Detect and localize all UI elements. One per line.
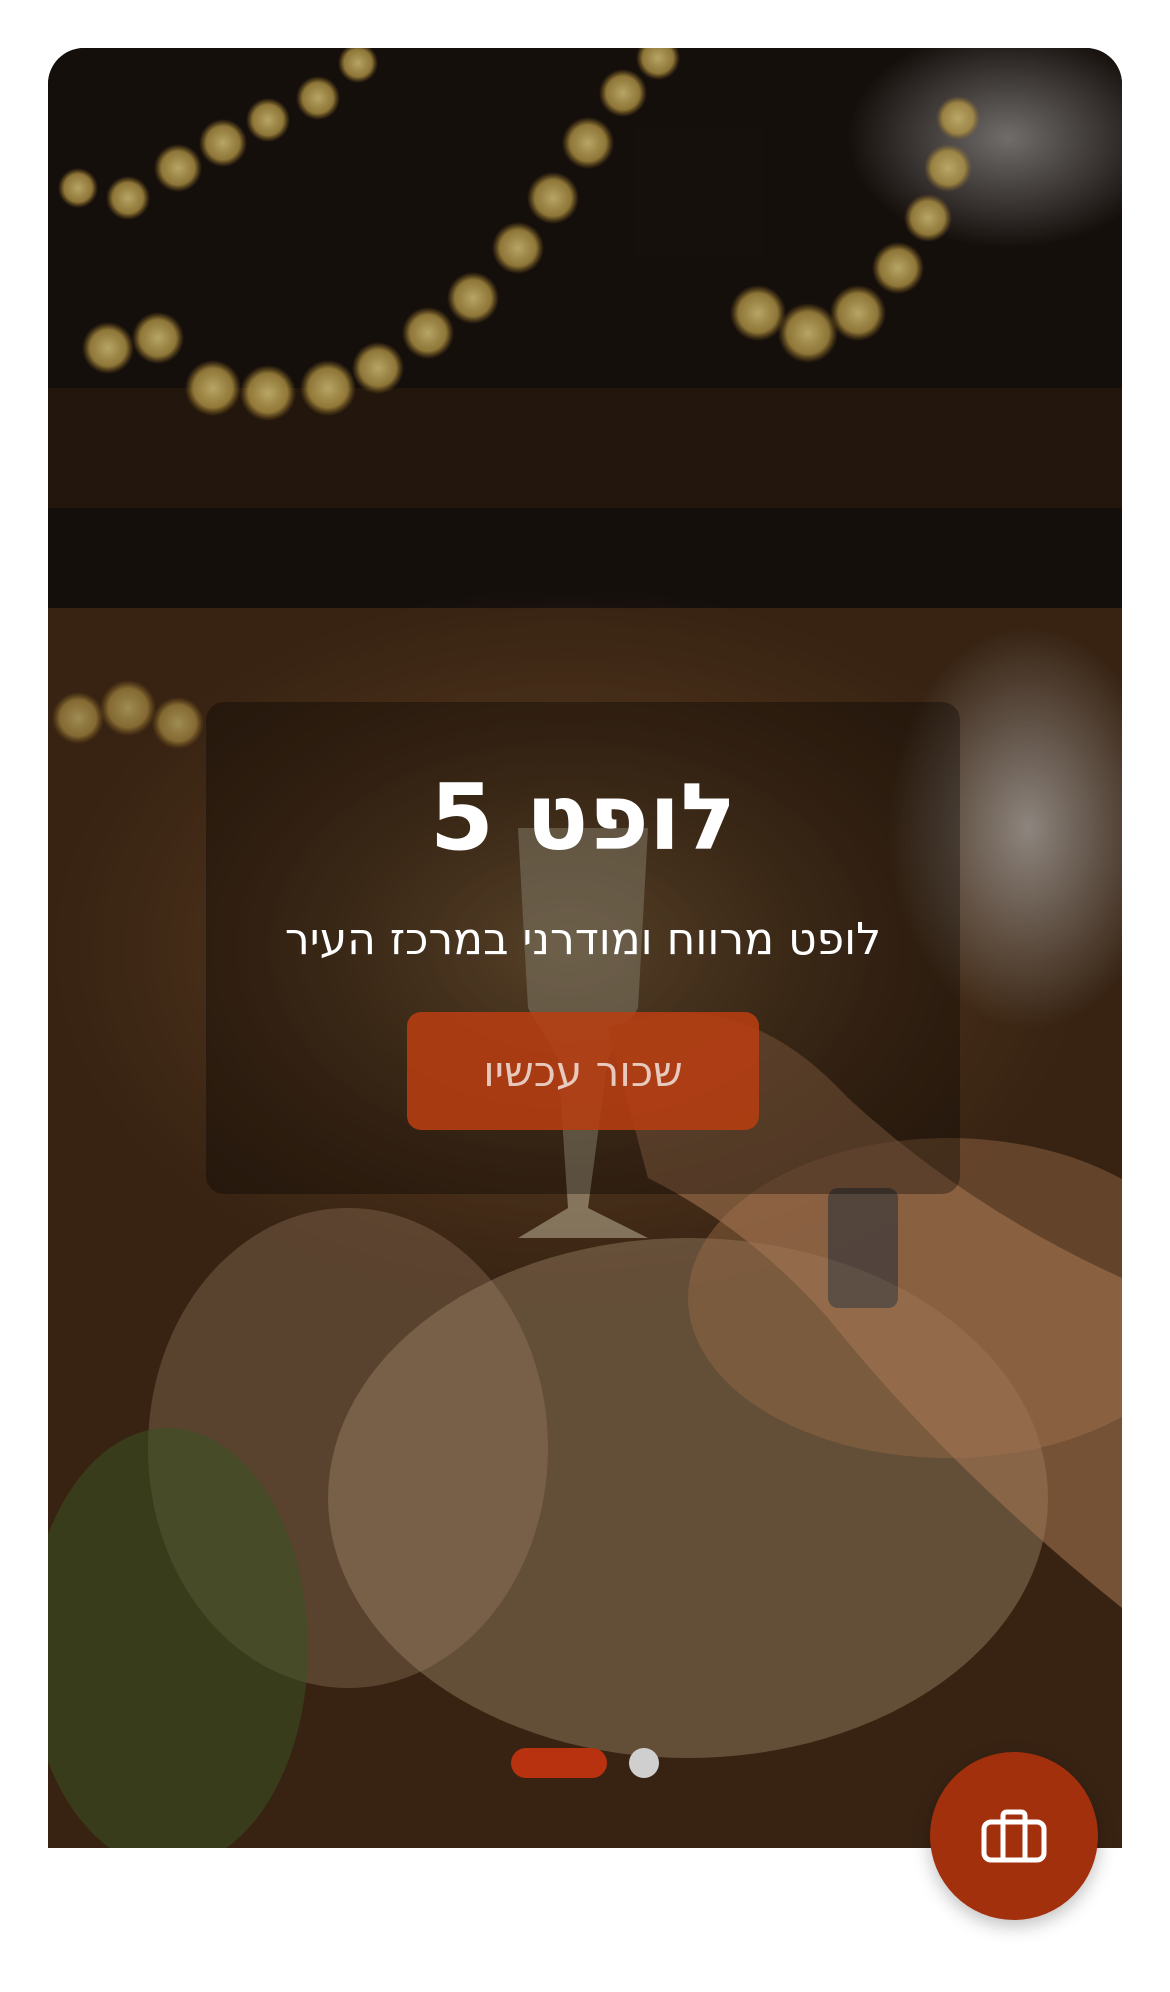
briefcase-fab-button[interactable]	[930, 1752, 1098, 1920]
briefcase-icon	[980, 1808, 1048, 1864]
slide-content-card: לופט 5 לופט מרווח ומודרני במרכז העיר שכו…	[206, 702, 960, 1194]
pagination-dot-active[interactable]	[511, 1748, 607, 1778]
slide-subtitle: לופט מרווח ומודרני במרכז העיר	[284, 914, 882, 965]
hero-slide: לופט 5 לופט מרווח ומודרני במרכז העיר שכו…	[48, 48, 1122, 1848]
rent-now-button[interactable]: שכור עכשיו	[407, 1012, 759, 1130]
slide-title: לופט 5	[429, 764, 737, 871]
pagination-dot[interactable]	[629, 1748, 659, 1778]
